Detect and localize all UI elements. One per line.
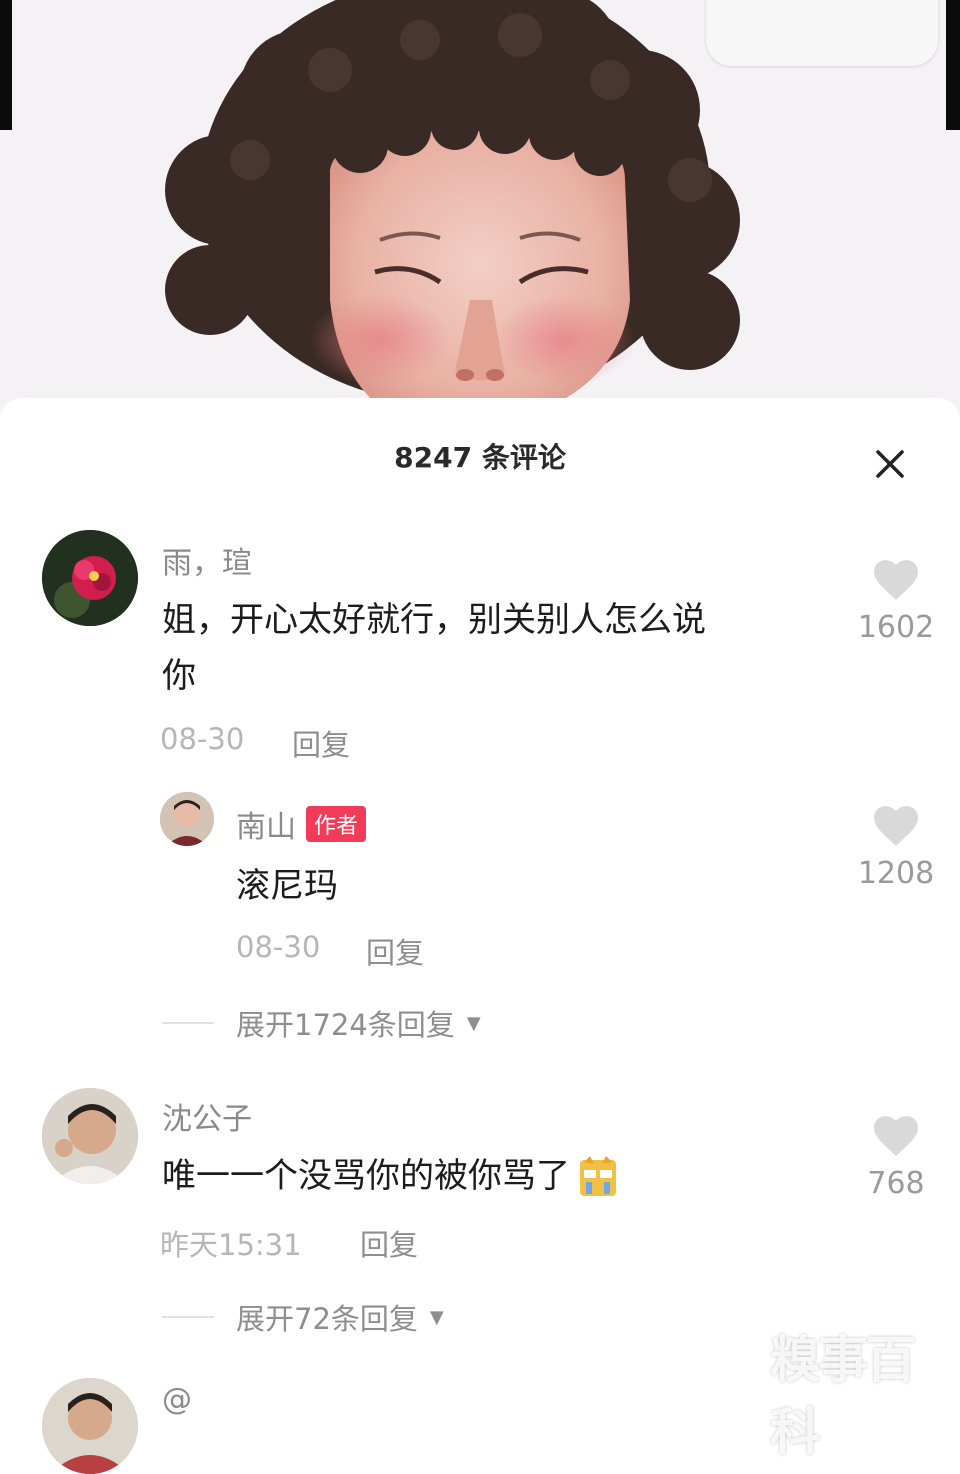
flower-avatar-icon bbox=[42, 530, 138, 626]
avatar[interactable] bbox=[42, 1378, 138, 1474]
video-frame[interactable] bbox=[0, 0, 960, 430]
reply-text: 滚尼玛 bbox=[236, 866, 338, 906]
person-avatar-icon bbox=[42, 1088, 138, 1184]
comment-date: 昨天15:31 bbox=[160, 1228, 302, 1262]
comment-text-content: 唯一一个没骂你的被你骂了 bbox=[162, 1156, 570, 1196]
divider-line bbox=[162, 1022, 214, 1024]
comment-text-line: 你 bbox=[162, 656, 196, 696]
author-badge: 作者 bbox=[306, 806, 367, 842]
expand-replies-label: 展开72条回复 bbox=[236, 1302, 418, 1336]
like-button[interactable]: 1208 bbox=[856, 802, 936, 891]
avatar[interactable] bbox=[160, 792, 214, 846]
comment-username[interactable]: @ bbox=[162, 1382, 192, 1417]
person-avatar-icon bbox=[160, 792, 214, 846]
like-count: 1602 bbox=[857, 610, 935, 645]
reply-button[interactable]: 回复 bbox=[360, 1222, 418, 1264]
cat-emoji-icon bbox=[580, 1156, 616, 1196]
watermark-logo: 糗事百科 bbox=[770, 1320, 960, 1464]
comment-count-title: 8247 条评论 bbox=[394, 441, 566, 474]
reply-button[interactable]: 回复 bbox=[366, 930, 424, 972]
divider-line bbox=[162, 1316, 214, 1318]
close-button[interactable] bbox=[868, 442, 912, 486]
overlay-card bbox=[706, 0, 938, 66]
like-count: 768 bbox=[867, 1166, 925, 1201]
person-avatar-icon bbox=[42, 1378, 138, 1474]
chevron-down-icon: ▼ bbox=[429, 1306, 444, 1328]
chevron-down-icon: ▼ bbox=[466, 1012, 481, 1034]
avatar[interactable] bbox=[42, 530, 138, 626]
like-count: 1208 bbox=[857, 856, 935, 891]
like-button[interactable]: 1602 bbox=[856, 556, 936, 645]
expand-replies-label: 展开1724条回复 bbox=[236, 1008, 455, 1042]
heart-icon bbox=[874, 806, 918, 846]
comment-sheet: 8247 条评论 雨，瑄 姐，开心太好就行，别关别人怎么说 你 08-30 回复… bbox=[0, 398, 960, 1474]
reply-username-text: 南山 bbox=[236, 810, 296, 845]
frame-border-right bbox=[946, 0, 960, 130]
watermark-text: 糗事百科 bbox=[770, 1331, 916, 1461]
close-icon bbox=[876, 450, 904, 478]
avatar[interactable] bbox=[42, 1088, 138, 1184]
comment-text: 唯一一个没骂你的被你骂了 bbox=[162, 1148, 618, 1204]
comment-username[interactable]: 雨，瑄 bbox=[162, 538, 252, 582]
comment-text-line: 姐，开心太好就行，别关别人怎么说 bbox=[162, 600, 706, 640]
heart-icon bbox=[874, 560, 918, 600]
expand-replies-button[interactable]: 展开1724条回复 ▼ bbox=[162, 1002, 481, 1044]
like-button[interactable]: 768 bbox=[856, 1112, 936, 1201]
frame-border-left bbox=[0, 0, 12, 130]
comment-date: 08-30 bbox=[160, 722, 245, 756]
reply-date: 08-30 bbox=[236, 930, 321, 964]
reply-username[interactable]: 南山 作者 bbox=[236, 802, 367, 846]
reply-button[interactable]: 回复 bbox=[292, 722, 350, 764]
expand-replies-button[interactable]: 展开72条回复 ▼ bbox=[162, 1296, 444, 1338]
comment-username[interactable]: 沈公子 bbox=[162, 1094, 252, 1138]
heart-icon bbox=[874, 1116, 918, 1156]
